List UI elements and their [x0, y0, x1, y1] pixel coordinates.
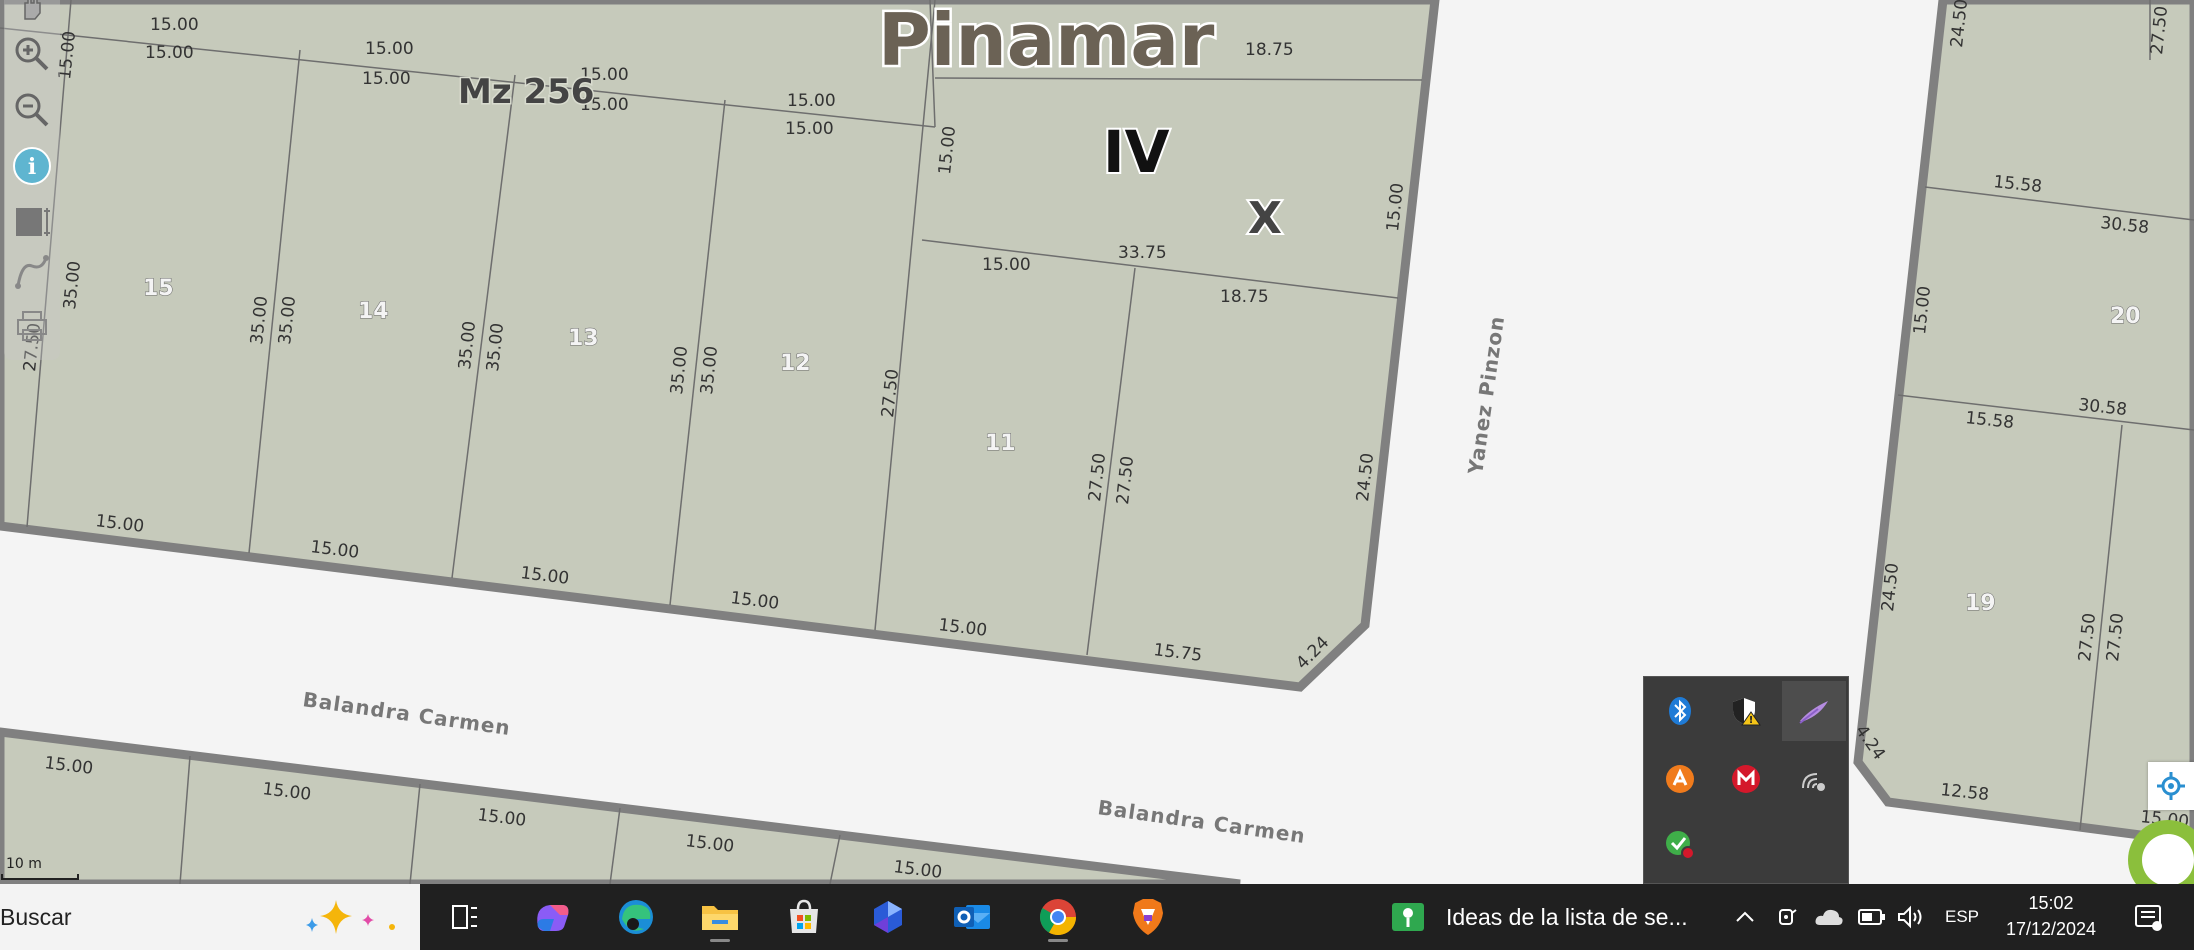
chrome-icon[interactable] — [1030, 892, 1086, 942]
map-logo-inner — [2142, 834, 2194, 884]
measure-top: 15.00 — [785, 119, 834, 139]
print-icon[interactable] — [12, 306, 52, 346]
pan-hand-icon[interactable] — [12, 0, 52, 26]
brave-icon[interactable] — [1120, 892, 1176, 942]
mcafee-icon[interactable] — [1714, 749, 1778, 809]
store-icon[interactable] — [776, 892, 832, 942]
taskbar: Buscar Ideas de la lista de se... ESP 15… — [0, 884, 2194, 950]
svg-text:i: i — [28, 154, 36, 180]
lot-number: 13 — [568, 326, 599, 351]
lot-number: 19 — [1965, 591, 1996, 616]
crosshair-icon — [2157, 772, 2185, 800]
file-explorer-icon[interactable] — [692, 892, 748, 942]
task-view-icon[interactable] — [436, 892, 492, 942]
town-label: Pinamar — [878, 0, 1215, 82]
measure-top: 15.00 — [787, 91, 836, 111]
select-area-icon[interactable] — [12, 202, 52, 242]
avast-icon[interactable] — [1648, 749, 1712, 809]
bluetooth-icon[interactable] — [1648, 681, 1712, 741]
news-widget[interactable]: Ideas de la lista de se... — [1388, 892, 1718, 942]
measure-top: 15.00 — [982, 255, 1031, 275]
info-icon[interactable]: i — [12, 146, 52, 186]
lot-number: 14 — [358, 299, 389, 324]
power-bi-icon[interactable] — [860, 892, 916, 942]
measure-top: 15.00 — [150, 15, 199, 35]
chevron-up-icon[interactable] — [1730, 898, 1760, 936]
running-indicator — [710, 939, 730, 942]
scale-label: 10 m — [6, 856, 42, 872]
widget-headline: Ideas de la lista de se... — [1446, 903, 1688, 930]
wifi-sync-icon[interactable] — [1782, 749, 1846, 809]
locate-me-button[interactable] — [2148, 762, 2194, 810]
widget-flag-icon — [1392, 903, 1424, 931]
edge-icon[interactable] — [608, 892, 664, 942]
check-green-icon[interactable] — [1648, 815, 1712, 875]
battery-icon[interactable] — [1856, 898, 1888, 936]
measure-top: 18.75 — [1245, 40, 1294, 60]
pen-feather-icon[interactable] — [1782, 681, 1846, 741]
block-label: Mz 256 — [458, 72, 594, 112]
input-language[interactable]: ESP — [1940, 898, 1984, 936]
measure-top: 15.00 — [362, 69, 411, 89]
clock-time: 15:02 — [2028, 893, 2074, 913]
sparkle-icon — [306, 900, 395, 934]
lot-number: 11 — [985, 431, 1016, 456]
volume-icon[interactable] — [1894, 898, 1928, 936]
lot-number: 20 — [2110, 304, 2141, 329]
clock-date: 17/12/2024 — [2005, 919, 2097, 939]
taskbar-search-box[interactable]: Buscar — [0, 884, 420, 950]
map-canvas[interactable]: 15.00 15.00 15.00 15.00 15.00 15.00 15.0… — [0, 0, 2194, 884]
security-warning-icon[interactable]: ! — [1714, 681, 1778, 741]
svg-text:!: ! — [1749, 715, 1754, 726]
measure-top: 18.75 — [1220, 287, 1269, 307]
copilot-icon[interactable] — [524, 892, 580, 942]
tray-overflow-popup: ! — [1643, 676, 1849, 884]
measure-top: 15.00 — [365, 39, 414, 59]
webcam-icon[interactable] — [1772, 898, 1802, 936]
outlook-icon[interactable] — [944, 892, 1000, 942]
zoom-in-icon[interactable] — [12, 34, 52, 74]
section-label: IV — [1103, 118, 1170, 186]
notification-center-icon[interactable] — [2128, 898, 2168, 936]
measure-top: 15.00 — [145, 43, 194, 63]
clock[interactable]: 15:02 17/12/2024 — [1986, 890, 2116, 946]
map-toolbar: i — [4, 0, 60, 360]
lot-number: 12 — [780, 351, 811, 376]
zoom-out-icon[interactable] — [12, 90, 52, 130]
measure-top: 33.75 — [1118, 243, 1167, 263]
onedrive-cloud-icon[interactable] — [1812, 898, 1846, 936]
measure-icon[interactable] — [12, 252, 52, 292]
search-placeholder: Buscar — [0, 904, 72, 930]
circunscription-label: X — [1248, 193, 1282, 244]
lot-number: 15 — [143, 276, 174, 301]
running-indicator — [1048, 939, 1068, 942]
